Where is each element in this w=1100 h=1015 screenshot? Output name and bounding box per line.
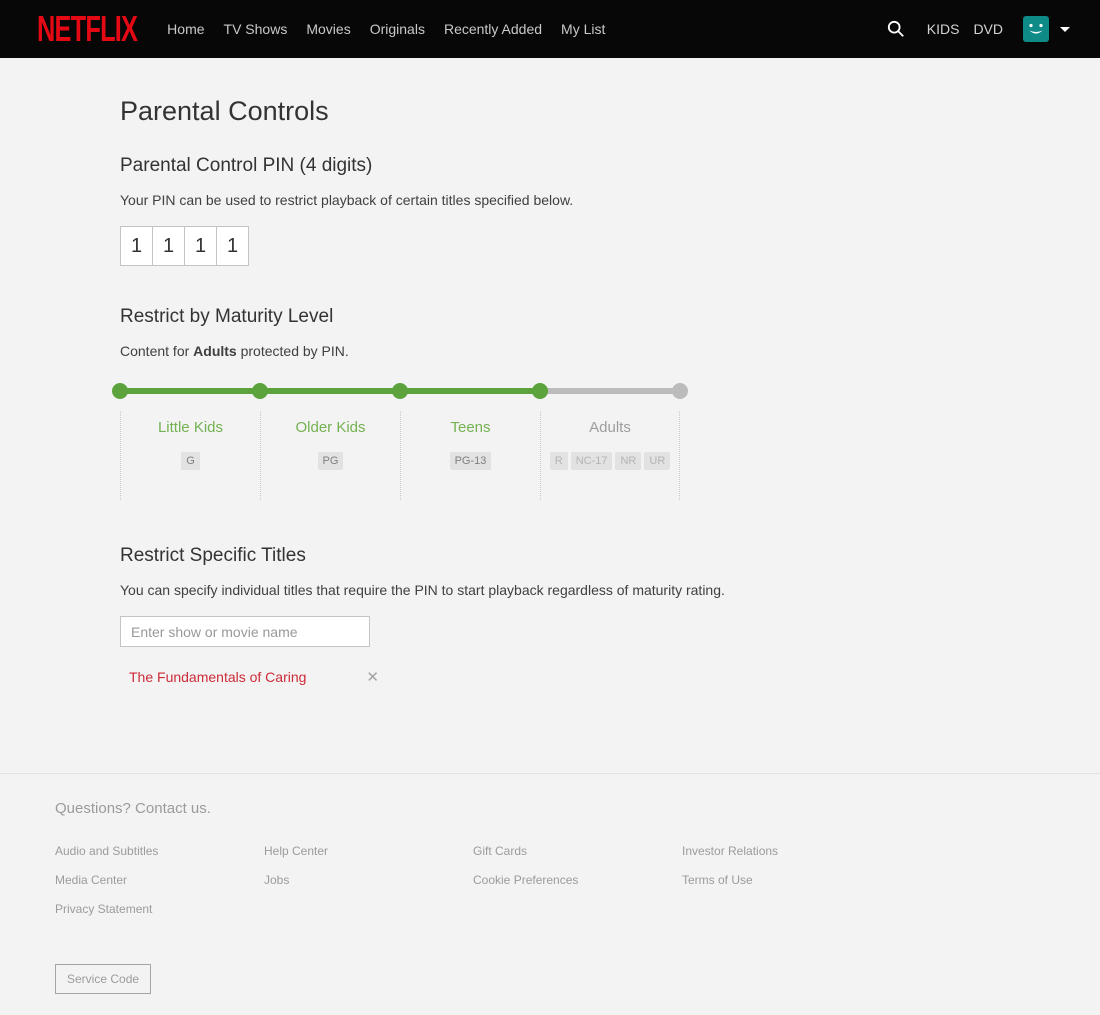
chevron-down-icon[interactable] <box>1060 27 1070 32</box>
level-label[interactable]: Little Kids <box>121 419 260 436</box>
main-content: Parental Controls Parental Control PIN (… <box>0 58 1100 685</box>
pin-description: Your PIN can be used to restrict playbac… <box>120 192 1100 208</box>
rating-badge-g: G <box>181 452 200 470</box>
rating-badge-r: R <box>550 452 568 470</box>
rating-badge-pg13: PG-13 <box>450 452 492 470</box>
slider-track-active <box>120 388 540 394</box>
top-navbar: NETFLIX Home TV Shows Movies Originals R… <box>0 0 1100 58</box>
remove-title-icon[interactable]: ✕ <box>366 670 379 685</box>
pin-section: Parental Control PIN (4 digits) Your PIN… <box>120 155 1100 266</box>
restricted-title-name[interactable]: The Fundamentals of Caring <box>129 669 306 685</box>
search-icon[interactable] <box>887 20 905 38</box>
footer-link-investor-relations[interactable]: Investor Relations <box>682 844 891 858</box>
nav-item-movies[interactable]: Movies <box>306 21 350 37</box>
avatar-smiley-icon <box>1023 16 1049 42</box>
footer-link-audio-subtitles[interactable]: Audio and Subtitles <box>55 844 264 858</box>
slider-track-inactive <box>540 388 680 394</box>
service-code-button[interactable]: Service Code <box>55 964 151 994</box>
slider-handle-adults[interactable] <box>532 383 548 399</box>
level-little-kids[interactable]: Little Kids G <box>120 411 260 500</box>
maturity-levels: Little Kids G Older Kids PG Teens PG-13 … <box>120 411 1100 500</box>
maturity-selected-level: Adults <box>193 343 237 359</box>
page-footer: Questions? Contact us. Audio and Subtitl… <box>0 773 1100 1015</box>
maturity-slider <box>112 383 688 399</box>
footer-links: Audio and Subtitles Media Center Privacy… <box>55 844 1100 931</box>
nav-item-dvd[interactable]: DVD <box>973 21 1003 37</box>
footer-link-privacy-statement[interactable]: Privacy Statement <box>55 902 264 916</box>
restrict-titles-section: Restrict Specific Titles You can specify… <box>120 545 1100 685</box>
level-teens[interactable]: Teens PG-13 <box>400 411 540 500</box>
pin-digit-2[interactable]: 1 <box>152 226 185 266</box>
slider-stop-end[interactable] <box>672 383 688 399</box>
rating-badge-nc17: NC-17 <box>571 452 613 470</box>
pin-digit-3[interactable]: 1 <box>184 226 217 266</box>
nav-item-tv-shows[interactable]: TV Shows <box>224 21 288 37</box>
maturity-section: Restrict by Maturity Level Content for A… <box>120 306 1100 500</box>
footer-link-cookie-preferences[interactable]: Cookie Preferences <box>473 873 682 887</box>
level-label[interactable]: Adults <box>541 419 679 436</box>
level-adults[interactable]: Adults R NC-17 NR UR <box>540 411 680 500</box>
restrict-titles-description: You can specify individual titles that r… <box>120 582 1100 598</box>
slider-stop-little-kids[interactable] <box>112 383 128 399</box>
primary-nav: Home TV Shows Movies Originals Recently … <box>167 21 605 37</box>
footer-column-2: Help Center Jobs <box>264 844 473 931</box>
footer-link-terms-of-use[interactable]: Terms of Use <box>682 873 891 887</box>
level-label[interactable]: Older Kids <box>261 419 400 436</box>
nav-item-originals[interactable]: Originals <box>370 21 425 37</box>
netflix-logo[interactable]: NETFLIX <box>37 8 137 50</box>
pin-digit-1[interactable]: 1 <box>120 226 153 266</box>
pin-digit-4[interactable]: 1 <box>216 226 249 266</box>
page-title: Parental Controls <box>120 96 1100 127</box>
footer-column-3: Gift Cards Cookie Preferences <box>473 844 682 931</box>
footer-column-1: Audio and Subtitles Media Center Privacy… <box>55 844 264 931</box>
navbar-right: KIDS DVD <box>887 16 1070 42</box>
footer-link-jobs[interactable]: Jobs <box>264 873 473 887</box>
footer-column-4: Investor Relations Terms of Use <box>682 844 891 931</box>
slider-stop-teens[interactable] <box>392 383 408 399</box>
nav-item-my-list[interactable]: My List <box>561 21 605 37</box>
maturity-heading: Restrict by Maturity Level <box>120 306 1100 328</box>
nav-item-recently-added[interactable]: Recently Added <box>444 21 542 37</box>
slider-stop-older-kids[interactable] <box>252 383 268 399</box>
nav-item-home[interactable]: Home <box>167 21 204 37</box>
level-older-kids[interactable]: Older Kids PG <box>260 411 400 500</box>
nav-item-kids[interactable]: KIDS <box>927 21 960 37</box>
footer-link-media-center[interactable]: Media Center <box>55 873 264 887</box>
rating-badge-pg: PG <box>318 452 344 470</box>
footer-link-gift-cards[interactable]: Gift Cards <box>473 844 682 858</box>
profile-avatar[interactable] <box>1023 16 1049 42</box>
pin-input-group: 1 1 1 1 <box>120 226 1100 266</box>
restricted-title-row: The Fundamentals of Caring ✕ <box>129 669 379 685</box>
pin-heading: Parental Control PIN (4 digits) <box>120 155 1100 177</box>
footer-contact-heading[interactable]: Questions? Contact us. <box>55 800 1100 817</box>
restrict-titles-heading: Restrict Specific Titles <box>120 545 1100 567</box>
level-label[interactable]: Teens <box>401 419 540 436</box>
footer-link-help-center[interactable]: Help Center <box>264 844 473 858</box>
title-search-input[interactable] <box>120 616 370 647</box>
rating-badge-ur: UR <box>644 452 670 470</box>
maturity-description: Content for Adults protected by PIN. <box>120 343 1100 359</box>
rating-badge-nr: NR <box>615 452 641 470</box>
